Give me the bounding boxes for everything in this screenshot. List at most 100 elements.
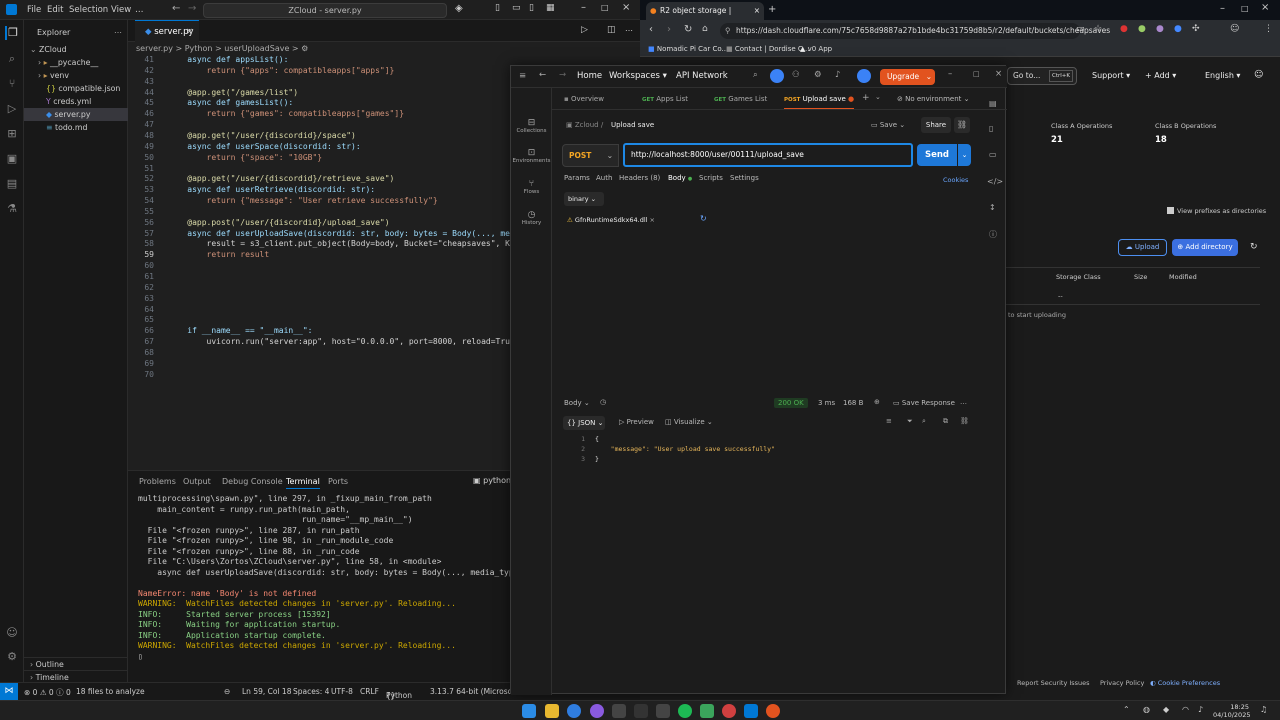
minimize-icon[interactable]: – [948,69,952,79]
code-line[interactable]: 41 async def appsList(): [128,55,640,65]
sidebar-history[interactable]: ◷ History [511,210,552,226]
more-actions-icon[interactable]: … [960,398,967,406]
tab-games-list[interactable]: GET Games List [714,95,767,103]
tree-item-todo-md[interactable]: ≡ todo.md [24,121,128,134]
maximize-icon[interactable]: □ [601,3,609,12]
docker-icon[interactable]: ▤ [5,177,19,191]
split-editor-icon[interactable]: ◫ [607,25,616,35]
new-tab-plus-icon[interactable]: + [862,93,870,103]
app-icon[interactable] [590,704,604,718]
comments-icon[interactable]: ▭ [989,150,997,159]
problems-count[interactable]: ⊗ 0 ⚠ 0 ⓘ 0 [24,687,71,698]
run-file-icon[interactable]: ▷ [581,25,588,35]
spotify-icon[interactable] [678,704,692,718]
tab-debug-console[interactable]: Debug Console [222,477,283,486]
back-arrow-icon[interactable]: ← [539,70,546,80]
req-tab-auth[interactable]: Auth [596,174,612,182]
home-icon[interactable]: ⌂ [702,24,708,34]
menu-file[interactable]: File [27,5,41,15]
profile-icon[interactable]: ☺ [1230,24,1239,34]
postman-icon[interactable] [766,704,780,718]
source-control-icon[interactable]: ⑂ [5,77,19,91]
globe-icon[interactable]: ⊕ [874,398,880,406]
menu-icon[interactable]: ⋮ [1264,24,1273,34]
analyze-status[interactable]: 18 files to analyze [76,687,145,696]
manage-gear-icon[interactable]: ⚙ [5,650,19,664]
layout-icon[interactable]: ▦ [546,3,555,13]
extension-icon[interactable]: ● [1120,24,1128,34]
req-tab-body[interactable]: Body ● [668,174,692,182]
terminal-icon[interactable] [612,704,626,718]
footer-privacy[interactable]: Privacy Policy [1100,679,1144,687]
bell-icon[interactable]: ♪ [835,70,840,80]
start-windows-icon[interactable] [522,704,536,718]
encoding[interactable]: UTF-8 [331,687,353,696]
new-tab-icon[interactable]: + [768,4,776,15]
add-menu[interactable]: + Add ▾ [1145,71,1176,80]
close-icon[interactable]: × [622,2,630,13]
command-center-search[interactable]: ZCloud - server.py [203,3,447,18]
info-icon[interactable]: ⓘ [989,229,997,240]
upload-button[interactable]: ☁ Upload [1118,239,1167,256]
back-arrow-icon[interactable]: ‹ [649,24,653,35]
close-icon[interactable]: × [995,69,1002,79]
tab-ports[interactable]: Ports [328,477,348,486]
response-json[interactable]: 1{2 "message": "User upload save success… [511,434,971,474]
python-interpreter[interactable]: 3.13.7 64-bit (Microsoft St [430,687,510,696]
link-icon[interactable]: ⛓ [960,417,969,425]
response-body-select[interactable]: Body ⌄ [564,399,590,407]
related-icon[interactable]: ↕ [989,203,996,212]
tab-r2-object-storage[interactable]: ●R2 object storage | Overview |× [646,2,764,33]
minimize-icon[interactable]: – [1220,3,1225,14]
save-response-button[interactable]: ▭ Save Response [893,399,955,407]
req-tab-params[interactable]: Params [564,174,590,182]
testing-icon[interactable]: ⚗ [5,202,19,216]
minimize-icon[interactable]: – [581,2,586,13]
back-arrow-icon[interactable]: ← [172,3,180,14]
close-tab-icon[interactable]: × [186,21,193,43]
environment-selector[interactable]: ⊘ No environment ⌄ [897,95,970,103]
notification-bell-icon[interactable]: ♫ [1260,705,1267,714]
tree-item-pycache[interactable]: › ▸ __pycache__ [24,56,128,69]
preview-button[interactable]: ▷ Preview [619,418,654,426]
file-explorer-icon[interactable] [545,704,559,718]
request-name[interactable]: Upload save [611,121,654,129]
search-icon[interactable]: ⌕ [753,70,758,80]
code-icon[interactable]: </> [987,177,1003,186]
selected-file[interactable]: ⚠ GfnRuntimeSdkx64.dll × [567,213,655,227]
app-icon[interactable] [700,704,714,718]
breadcrumb[interactable]: server.py > Python > userUploadSave > ⚙ [128,42,640,55]
sidebar-environments[interactable]: ⊡ Environments [511,148,552,164]
support-menu[interactable]: Support ▾ [1092,71,1130,80]
tray-icon[interactable]: ◍ [1143,705,1150,714]
tab-output[interactable]: Output [183,477,211,486]
prefixes-checkbox[interactable]: View prefixes as directories [1167,207,1266,215]
maximize-icon[interactable]: □ [1241,4,1249,13]
toggle-secondary-sidebar-icon[interactable]: ▯ [529,3,534,13]
more-actions-icon[interactable]: … [625,24,633,33]
tab-apps-list[interactable]: GET Apps List [642,95,688,103]
bookmark-2[interactable]: ■ Contact | Dordise C... [726,45,809,53]
user-account-icon[interactable]: ☺ [1254,70,1263,80]
wifi-icon[interactable]: ◠ [1182,705,1189,714]
req-tab-headers[interactable]: Headers (8) [619,174,660,182]
nav-api-network[interactable]: API Network [676,71,728,81]
close-tab-icon[interactable]: × [754,2,760,20]
remove-file-icon[interactable]: × [650,216,655,224]
nav-workspaces[interactable]: Workspaces ▾ [609,71,667,81]
footer-cookie-prefs[interactable]: ◐ Cookie Preferences [1150,679,1220,687]
filter-icon[interactable]: ⏷ [907,417,913,426]
method-select[interactable]: POST ⌄ [562,144,619,167]
avatar[interactable] [770,69,784,83]
forward-arrow-icon[interactable]: › [667,24,671,35]
sidebar-flows[interactable]: ⑂ Flows [511,179,552,195]
history-icon[interactable]: ◷ [600,398,606,406]
extensions-icon[interactable]: ⊞ [5,127,19,141]
tray-chevron-icon[interactable]: ⌃ [1123,705,1130,714]
tab-problems[interactable]: Problems [139,477,176,486]
edge-icon[interactable] [567,704,581,718]
req-tab-settings[interactable]: Settings [730,174,759,182]
tree-item-creds-yml[interactable]: Y creds.yml [24,95,128,108]
menu-icon[interactable]: ≡ [519,71,526,81]
extension-icon[interactable]: ● [1156,24,1164,34]
